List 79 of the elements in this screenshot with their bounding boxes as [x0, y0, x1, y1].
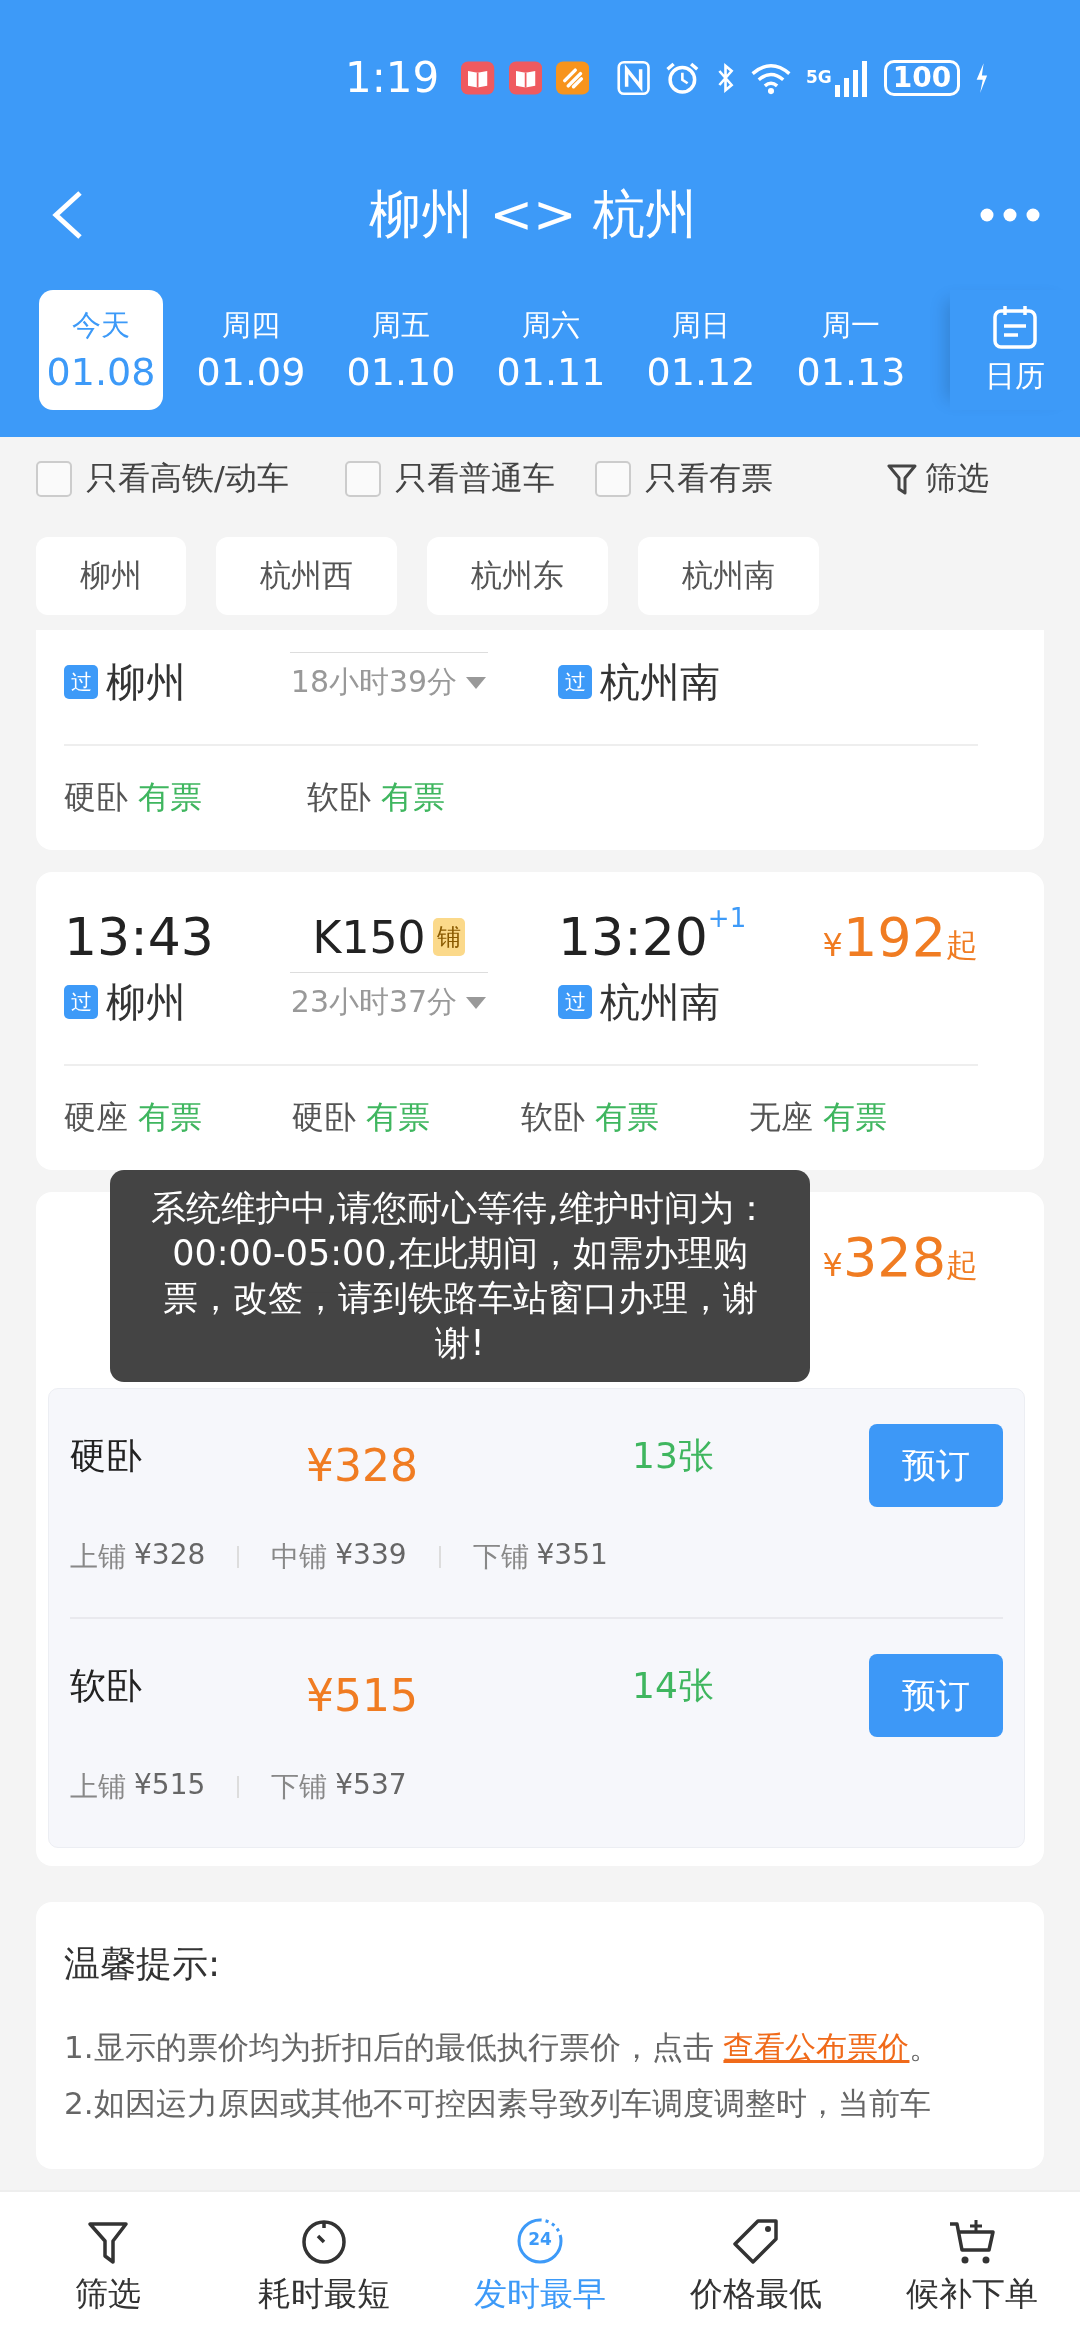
status-time: 1:19 — [345, 53, 440, 102]
via-tag: 过 — [558, 985, 592, 1019]
next-day-mark: +1 — [707, 903, 747, 933]
battery-level: 100 — [883, 59, 961, 96]
berth-label: 中铺 — [271, 1539, 328, 1575]
seat-price: ¥515 — [306, 1670, 419, 1721]
availability-text: 有票 — [138, 777, 202, 818]
icon-number: 24 — [527, 2228, 553, 2249]
berth-price: ¥328 — [134, 1538, 206, 1573]
berth-price: ¥515 — [134, 1768, 206, 1803]
arrival-time: 13:20 — [558, 907, 708, 967]
berth-label: 上铺 — [70, 1539, 126, 1575]
train-number: K150 — [312, 911, 426, 963]
via-tag: 过 — [64, 665, 98, 699]
station-chip[interactable]: 杭州东 — [427, 537, 608, 615]
checkbox[interactable] — [594, 460, 631, 497]
nav-tab[interactable]: 价格最低 — [648, 2192, 864, 2340]
duration-text: 18小时39分 — [290, 663, 458, 701]
availability-text: 有票 — [594, 1097, 659, 1138]
price-text: ¥328起 — [822, 1225, 978, 1289]
notice-title: 温馨提示: — [64, 1942, 222, 1986]
nav-tab[interactable]: 耗时最短 — [216, 2192, 432, 2340]
signal-icon — [833, 58, 870, 97]
berth-price: ¥339 — [335, 1538, 407, 1573]
berth-label: 下铺 — [472, 1539, 529, 1575]
station-name: 杭州南 — [600, 977, 720, 1027]
station-chip[interactable]: 杭州西 — [216, 537, 397, 615]
notice-text: 1.显示的票价均为折扣后的最低执行票价，点击 查看公布票价。 — [64, 2028, 942, 2067]
checkbox-label[interactable]: 只看有票 — [644, 456, 773, 501]
availability-text: 有票 — [138, 1097, 202, 1138]
checkbox-label[interactable]: 只看高铁/动车 — [86, 456, 289, 501]
book-app-icon — [508, 58, 542, 97]
page-title: 柳州 <> 杭州 — [368, 183, 698, 246]
filter-icon[interactable] — [887, 462, 917, 495]
nav-tab[interactable]: 候补下单 — [864, 2192, 1080, 2340]
ticket-count: 14张 — [632, 1664, 714, 1708]
checkbox-label[interactable]: 只看普通车 — [394, 456, 555, 501]
seat-type: 硬卧 — [64, 777, 128, 818]
departure-time: 13:43 — [64, 907, 214, 967]
seat-price: ¥328 — [306, 1440, 419, 1491]
seat-type: 硬卧 — [292, 1097, 357, 1138]
train-card[interactable]: 过 柳州 18小时39分 过 杭州南 硬卧 有票 软卧 有票 — [36, 630, 1044, 850]
station-chip[interactable]: 柳州 — [36, 537, 186, 615]
seat-type: 软卧 — [520, 1097, 585, 1138]
station-name: 柳州 — [106, 657, 186, 707]
seat-type: 软卧 — [70, 1664, 143, 1708]
book-app-icon — [461, 58, 495, 97]
station-name: 柳州 — [106, 977, 186, 1027]
duration-text: 23小时37分 — [290, 983, 458, 1021]
seat-type: 硬卧 — [70, 1434, 143, 1478]
via-tag: 过 — [64, 985, 98, 1019]
berth-badge: 铺 — [433, 918, 466, 956]
calendar-icon — [992, 303, 1038, 350]
seat-type: 软卧 — [307, 777, 371, 818]
berth-price: ¥351 — [536, 1538, 608, 1573]
price-text: ¥192起 — [822, 905, 978, 969]
checkbox[interactable] — [344, 460, 381, 497]
filter-link[interactable]: 筛选 — [925, 456, 989, 501]
station-name: 杭州南 — [600, 657, 720, 707]
notice-text: 2.如因运力原因或其他不可控因素导致列车调度调整时，当前车 — [64, 2084, 932, 2123]
checkbox[interactable] — [36, 460, 72, 497]
via-tag: 过 — [558, 665, 592, 699]
dropdown-icon[interactable] — [465, 995, 488, 1010]
berth-label: 上铺 — [70, 1769, 126, 1805]
ticket-count: 13张 — [632, 1434, 714, 1478]
availability-text: 有票 — [822, 1097, 887, 1138]
network-label: 5G — [806, 69, 832, 86]
station-chip[interactable]: 杭州南 — [638, 537, 819, 615]
availability-text: 有票 — [366, 1097, 431, 1138]
availability-text: 有票 — [381, 777, 445, 818]
app-icon — [555, 58, 590, 97]
nav-tab[interactable]: 筛选 — [0, 2192, 216, 2340]
berth-label: 下铺 — [271, 1769, 328, 1805]
seat-type: 无座 — [748, 1097, 813, 1138]
seat-type: 硬座 — [64, 1097, 128, 1138]
maintenance-toast: 系统维护中,请您耐心等待,维护时间为：00:00-05:00,在此期间，如需办理购票，改签，请到铁路车站窗口办理，谢谢! — [110, 1170, 810, 1382]
berth-price: ¥537 — [335, 1768, 407, 1803]
dropdown-icon[interactable] — [465, 675, 488, 690]
more-icon[interactable] — [980, 208, 1040, 222]
